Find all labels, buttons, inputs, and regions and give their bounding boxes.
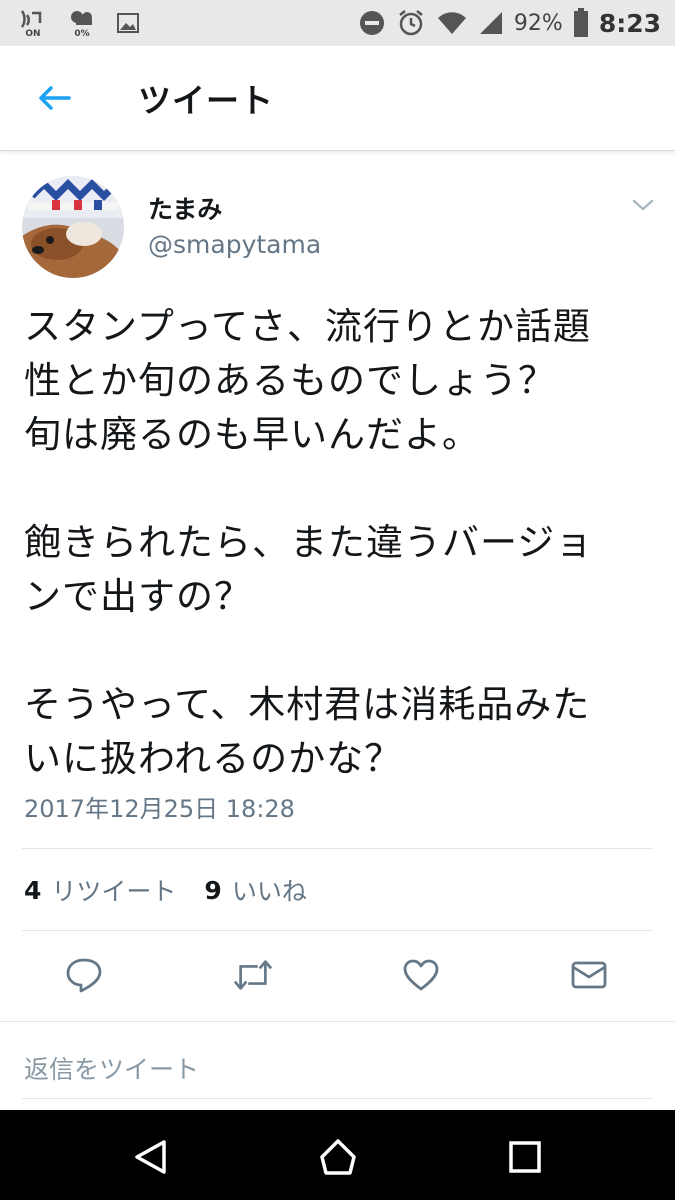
- display-name[interactable]: たまみ: [148, 190, 222, 226]
- page-title: ツイート: [138, 81, 274, 120]
- retweet-button[interactable]: [233, 955, 273, 995]
- tweet-line: 飽きられたら、また違うバージョ: [24, 521, 594, 564]
- retweet-icon: [233, 960, 273, 990]
- status-bar: ON 0% 92% 8:23: [0, 0, 675, 46]
- user-handle[interactable]: @smapytama: [148, 230, 321, 259]
- volte-label: ON: [25, 29, 41, 39]
- reply-icon: [66, 958, 102, 993]
- data-saver-label: 0%: [74, 29, 90, 39]
- divider: [22, 930, 653, 931]
- back-button[interactable]: [32, 76, 76, 120]
- square-recents-icon: [509, 1141, 541, 1173]
- do-not-disturb-icon: [358, 9, 386, 37]
- home-icon: [320, 1139, 356, 1175]
- envelope-icon: [571, 961, 607, 989]
- triangle-back-icon: [135, 1140, 166, 1174]
- retweet-label: リツイート: [51, 877, 177, 906]
- chevron-down-icon: [632, 199, 654, 211]
- direct-message-button[interactable]: [569, 955, 609, 995]
- image-icon: [116, 12, 140, 34]
- tweet-timestamp: 2017年12月25日 18:28: [24, 795, 295, 823]
- like-count: 9: [204, 875, 222, 905]
- reply-button[interactable]: [64, 955, 104, 995]
- tweet-menu-button[interactable]: [628, 190, 658, 220]
- tweet-line: ンで出すの？: [24, 575, 252, 618]
- tweet-line: 旬は廃るのも早いんだよ。: [24, 413, 480, 456]
- like-label: いいね: [231, 877, 307, 906]
- wifi-icon: [436, 10, 468, 36]
- nav-back-button[interactable]: [128, 1135, 172, 1179]
- arrow-left-icon: [39, 86, 71, 110]
- alarm-icon: [396, 8, 426, 38]
- avatar[interactable]: [22, 176, 124, 278]
- tweet-stats: 4 リツイート 9 いいね: [24, 872, 307, 908]
- like-count-link[interactable]: 9 いいね: [204, 872, 306, 908]
- tweet-action-bar: [0, 945, 675, 1005]
- nav-recents-button[interactable]: [503, 1135, 547, 1179]
- data-saver-icon: 0%: [68, 7, 96, 39]
- nav-home-button[interactable]: [316, 1135, 360, 1179]
- signal-icon: [478, 10, 504, 36]
- divider: [22, 1098, 653, 1099]
- system-nav-bar: [0, 1110, 675, 1200]
- like-button[interactable]: [401, 955, 441, 995]
- volte-icon: ON: [18, 7, 48, 39]
- tweet-line: いに扱われるのかな？: [24, 737, 403, 780]
- tweet-line: そうやって、木村君は消耗品みた: [24, 683, 591, 726]
- reply-input[interactable]: 返信をツイート: [24, 1050, 199, 1086]
- retweet-count-link[interactable]: 4 リツイート: [24, 872, 176, 908]
- heart-icon: [403, 959, 439, 991]
- divider: [22, 848, 653, 849]
- clock-time: 8:23: [598, 8, 661, 38]
- divider: [0, 1021, 675, 1022]
- retweet-count: 4: [24, 875, 42, 905]
- battery-icon: [573, 8, 589, 38]
- tweet-text: スタンプってさ、流行りとか話題 性とか旬のあるものでしょう？ 旬は廃るのも早いん…: [24, 300, 654, 786]
- tweet-line: スタンプってさ、流行りとか話題: [24, 305, 592, 348]
- battery-percent: 92%: [513, 10, 563, 36]
- tweet-line: 性とか旬のあるものでしょう？: [24, 359, 556, 402]
- app-header: ツイート: [0, 46, 675, 151]
